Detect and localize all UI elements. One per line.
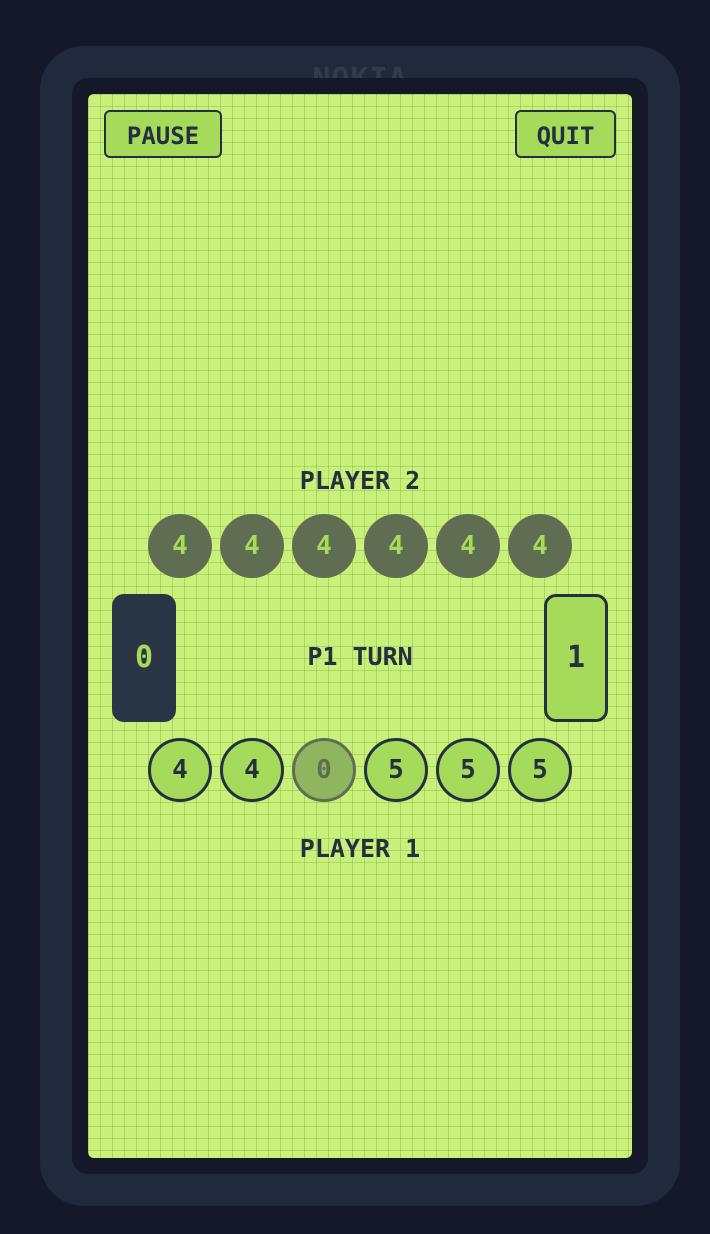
player2-pit: 4 — [436, 514, 500, 578]
phone-body: NOKIA PAUSE QUIT PLAYER 2 4 4 4 4 4 4 0 … — [40, 46, 680, 1206]
quit-button[interactable]: QUIT — [515, 110, 616, 158]
player2-pit: 4 — [292, 514, 356, 578]
player1-pit-empty[interactable]: 0 — [292, 738, 356, 802]
player1-pit[interactable]: 5 — [436, 738, 500, 802]
player1-pit[interactable]: 4 — [220, 738, 284, 802]
game-screen: PAUSE QUIT PLAYER 2 4 4 4 4 4 4 0 P1 TUR… — [88, 94, 632, 1158]
player2-pit: 4 — [148, 514, 212, 578]
pause-button[interactable]: PAUSE — [104, 110, 222, 158]
player2-label: PLAYER 2 — [299, 466, 421, 495]
player1-pit[interactable]: 5 — [508, 738, 572, 802]
player1-pit[interactable]: 5 — [364, 738, 428, 802]
player1-label: PLAYER 1 — [299, 834, 421, 863]
player2-pit: 4 — [220, 514, 284, 578]
player2-pit: 4 — [508, 514, 572, 578]
player2-pit: 4 — [364, 514, 428, 578]
player1-pit[interactable]: 4 — [148, 738, 212, 802]
player1-store: 1 — [544, 594, 608, 722]
